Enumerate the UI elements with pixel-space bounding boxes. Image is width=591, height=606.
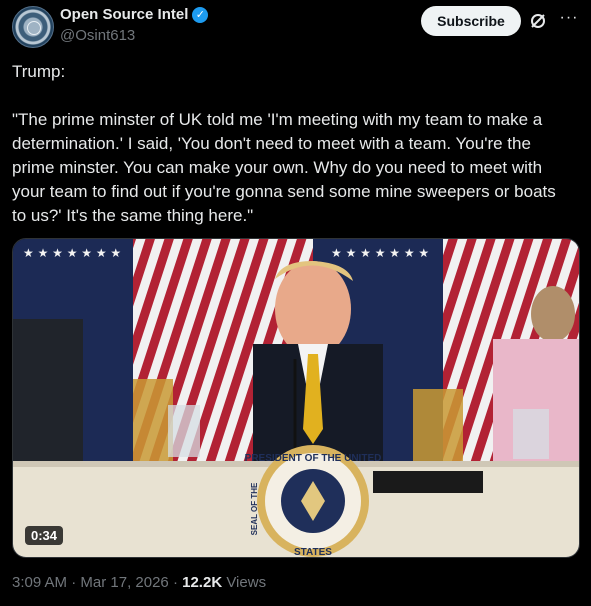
meta-separator: · xyxy=(172,574,178,591)
meta-separator: · xyxy=(71,574,77,591)
author-name[interactable]: Open Source Intel xyxy=(60,6,188,23)
views-label: Views xyxy=(226,574,267,591)
video-duration: 0:34 xyxy=(25,526,64,545)
avatar[interactable] xyxy=(12,6,54,48)
seal-text-bottom: STATES xyxy=(294,547,332,557)
subscribe-button[interactable]: Subscribe xyxy=(421,6,521,36)
grok-icon[interactable] xyxy=(529,12,547,30)
verified-icon: ✓ xyxy=(192,6,209,23)
video-frame: ★ ★ ★ ★ ★ ★ ★ ★ ★ ★ ★ ★ ★ ★ PRESIDENT OF… xyxy=(13,239,579,557)
author-handle[interactable]: @Osint613 xyxy=(60,27,135,44)
seal-text-left: SEAL OF THE xyxy=(250,482,259,535)
video-player[interactable]: ★ ★ ★ ★ ★ ★ ★ ★ ★ ★ ★ ★ ★ ★ PRESIDENT OF… xyxy=(12,238,580,558)
tweet-text: Trump: "The prime minster of UK told me … xyxy=(12,62,556,225)
tweet-date[interactable]: Mar 17, 2026 xyxy=(80,574,168,591)
svg-text:★ ★ ★ ★ ★ ★ ★: ★ ★ ★ ★ ★ ★ ★ xyxy=(331,246,429,260)
more-icon[interactable]: ··· xyxy=(557,10,581,30)
tweet-meta: 3:09 AM · Mar 17, 2026 · 12.2K Views xyxy=(12,574,266,591)
author-name-row[interactable]: Open Source Intel ✓ xyxy=(60,6,209,23)
seal-text-top: PRESIDENT OF THE UNITED xyxy=(245,453,382,464)
tweet-time[interactable]: 3:09 AM xyxy=(12,574,67,591)
svg-text:★ ★ ★ ★ ★ ★ ★: ★ ★ ★ ★ ★ ★ ★ xyxy=(23,246,121,260)
views-count: 12.2K xyxy=(182,574,223,591)
tweet-header: Open Source Intel ✓ @Osint613 Subscribe … xyxy=(12,6,581,50)
